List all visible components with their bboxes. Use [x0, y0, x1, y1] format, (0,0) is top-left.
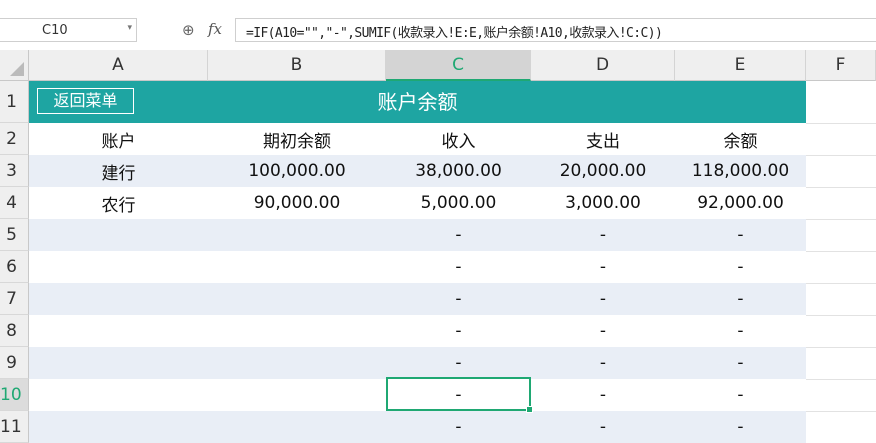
table-row: - - -	[29, 251, 806, 283]
fill-handle[interactable]	[526, 406, 533, 413]
row-header-9[interactable]: 9	[0, 347, 29, 379]
header-income[interactable]: 收入	[386, 123, 531, 155]
gridline	[806, 187, 876, 220]
sheet-title: 账户余额	[377, 90, 458, 114]
column-header-d[interactable]: D	[531, 50, 675, 81]
cell-income[interactable]: -	[386, 347, 531, 379]
cell-opening-balance[interactable]	[208, 251, 386, 283]
table-row: - - -	[29, 219, 806, 251]
column-header-e[interactable]: E	[675, 50, 806, 81]
cell-balance[interactable]: -	[675, 411, 806, 443]
row-header-6[interactable]: 6	[0, 251, 29, 283]
gridline	[806, 347, 876, 380]
cell-balance[interactable]: 118,000.00	[675, 155, 806, 187]
table-row: - - -	[29, 347, 806, 379]
cell-account[interactable]: 建行	[29, 155, 208, 187]
cell-expense[interactable]: -	[531, 411, 675, 443]
table-header-row: 账户 期初余额 收入 支出 余额	[29, 123, 806, 155]
back-to-menu-button[interactable]: 返回菜单	[37, 88, 134, 114]
gridline	[806, 81, 876, 124]
cell-income[interactable]: -	[386, 411, 531, 443]
title-banner: 账户余额 返回菜单	[29, 81, 806, 123]
cell-account[interactable]	[29, 219, 208, 251]
select-all-corner[interactable]	[0, 50, 29, 81]
cell-account[interactable]	[29, 315, 208, 347]
gridline	[806, 283, 876, 316]
cell-expense[interactable]: -	[531, 379, 675, 411]
gridline	[806, 379, 876, 412]
active-cell-selection[interactable]	[386, 377, 533, 413]
column-header-a[interactable]: A	[29, 50, 208, 81]
table-row: - - -	[29, 315, 806, 347]
cell-account[interactable]	[29, 379, 208, 411]
cell-balance[interactable]: -	[675, 347, 806, 379]
cell-opening-balance[interactable]	[208, 283, 386, 315]
cell-expense[interactable]: 20,000.00	[531, 155, 675, 187]
cell-income[interactable]: -	[386, 283, 531, 315]
column-header-f[interactable]: F	[806, 50, 876, 81]
header-expense[interactable]: 支出	[531, 123, 675, 155]
cell-opening-balance[interactable]	[208, 219, 386, 251]
row-header-5[interactable]: 5	[0, 219, 29, 251]
row-header-10[interactable]: 10	[0, 379, 29, 411]
name-box-value: C10	[42, 23, 68, 38]
row-header-4[interactable]: 4	[0, 187, 29, 219]
table-row: - - -	[29, 411, 806, 443]
cell-expense[interactable]: -	[531, 251, 675, 283]
cell-opening-balance[interactable]	[208, 411, 386, 443]
cell-balance[interactable]: -	[675, 283, 806, 315]
gridline	[806, 219, 876, 252]
table-row: 建行 100,000.00 38,000.00 20,000.00 118,00…	[29, 155, 806, 187]
gridline	[806, 315, 876, 348]
row-header-3[interactable]: 3	[0, 155, 29, 187]
cell-opening-balance[interactable]	[208, 379, 386, 411]
cell-expense[interactable]: -	[531, 315, 675, 347]
function-icon[interactable]: fx	[208, 20, 222, 38]
cell-income[interactable]: -	[386, 251, 531, 283]
header-account[interactable]: 账户	[29, 123, 208, 155]
header-balance[interactable]: 余额	[675, 123, 806, 155]
zoom-search-icon[interactable]: ⊕	[182, 21, 195, 39]
name-box[interactable]: C10 ▾	[0, 18, 137, 42]
gridline	[806, 123, 876, 156]
row-header-1[interactable]: 1	[0, 81, 29, 123]
cell-account[interactable]	[29, 347, 208, 379]
row-header-8[interactable]: 8	[0, 315, 29, 347]
cell-account[interactable]	[29, 411, 208, 443]
cell-balance[interactable]: 92,000.00	[675, 187, 806, 219]
formula-input[interactable]: =IF(A10="","-",SUMIF(收款录入!E:E,账户余额!A10,收…	[235, 18, 876, 42]
row-header-11[interactable]: 11	[0, 411, 29, 443]
formula-text: =IF(A10="","-",SUMIF(收款录入!E:E,账户余额!A10,收…	[246, 26, 663, 41]
column-header-b[interactable]: B	[208, 50, 386, 81]
cell-opening-balance[interactable]	[208, 347, 386, 379]
row-header-7[interactable]: 7	[0, 283, 29, 315]
cell-opening-balance[interactable]	[208, 315, 386, 347]
table-row: - - -	[29, 283, 806, 315]
formula-bar: C10 ▾ ⊕ fx =IF(A10="","-",SUMIF(收款录入!E:E…	[0, 0, 876, 51]
cell-account[interactable]	[29, 251, 208, 283]
cell-expense[interactable]: -	[531, 347, 675, 379]
cell-balance[interactable]: -	[675, 251, 806, 283]
cell-account[interactable]: 农行	[29, 187, 208, 219]
cell-balance[interactable]: -	[675, 219, 806, 251]
table-row: 农行 90,000.00 5,000.00 3,000.00 92,000.00	[29, 187, 806, 219]
gridline	[806, 155, 876, 188]
cell-account[interactable]	[29, 283, 208, 315]
cell-expense[interactable]: 3,000.00	[531, 187, 675, 219]
cell-balance[interactable]: -	[675, 315, 806, 347]
cell-expense[interactable]: -	[531, 219, 675, 251]
cell-balance[interactable]: -	[675, 379, 806, 411]
cell-income[interactable]: 38,000.00	[386, 155, 531, 187]
row-header-2[interactable]: 2	[0, 123, 29, 155]
header-opening-balance[interactable]: 期初余额	[208, 123, 386, 155]
cell-income[interactable]: -	[386, 219, 531, 251]
cell-expense[interactable]: -	[531, 283, 675, 315]
cell-opening-balance[interactable]: 90,000.00	[208, 187, 386, 219]
cell-income[interactable]: -	[386, 315, 531, 347]
cell-opening-balance[interactable]: 100,000.00	[208, 155, 386, 187]
cell-income[interactable]: 5,000.00	[386, 187, 531, 219]
column-header-c[interactable]: C	[386, 50, 531, 81]
gridline	[806, 251, 876, 284]
chevron-down-icon[interactable]: ▾	[127, 23, 132, 33]
